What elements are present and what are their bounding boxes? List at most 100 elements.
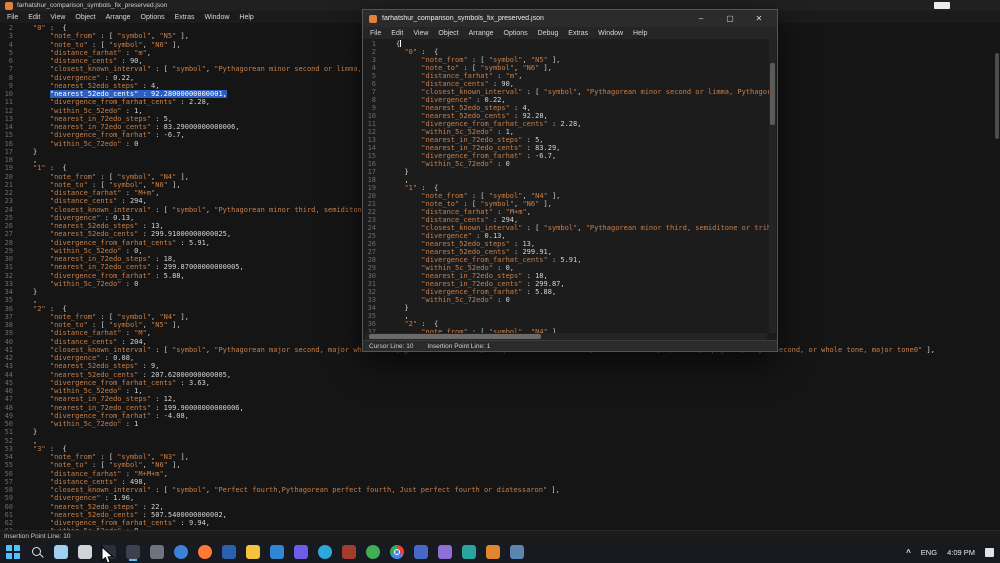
taskbar-icon-widgets[interactable]	[54, 545, 68, 559]
taskbar-icon-start[interactable]	[6, 545, 20, 559]
taskbar-icon-telegram[interactable]	[318, 545, 332, 559]
code-line[interactable]: 62 "divergence_from_farhat_cents" : 9.94…	[0, 519, 993, 527]
menu-item-help[interactable]: Help	[234, 14, 258, 21]
taskbar-icon-notepad[interactable]	[78, 545, 92, 559]
code-line[interactable]: 34 }	[363, 304, 769, 312]
code-line[interactable]: 32 "divergence_from_farhat" : 5.88,	[363, 288, 769, 296]
code-line[interactable]: 14 "nearest_in_72edo_cents" : 83.29,	[363, 144, 769, 152]
code-line[interactable]: 50 "within_5c_72edo" : 1	[0, 420, 993, 428]
code-line[interactable]: 28 "divergence_from_farhat_cents" : 5.91…	[363, 256, 769, 264]
taskbar-icon-paint[interactable]	[462, 545, 476, 559]
menu-item-options[interactable]: Options	[499, 30, 533, 37]
code-line[interactable]: 45 "divergence_from_farhat_cents" : 3.63…	[0, 379, 993, 387]
taskbar-icon-gimp[interactable]	[342, 545, 356, 559]
taskbar-icon-settings[interactable]	[150, 545, 164, 559]
code-line[interactable]: 55 "note_to" : [ "symbol", "N6" ],	[0, 461, 993, 469]
code-line[interactable]: 9 "nearest_52edo_steps" : 4,	[363, 104, 769, 112]
code-line[interactable]: 43 "nearest_52edo_steps" : 9,	[0, 362, 993, 370]
menu-item-object[interactable]: Object	[433, 30, 463, 37]
code-line[interactable]: 15 "divergence_from_farhat" : -6.7,	[363, 152, 769, 160]
scrollbar-thumb[interactable]	[369, 334, 541, 339]
menu-item-edit[interactable]: Edit	[386, 30, 408, 37]
menu-item-extras[interactable]: Extras	[563, 30, 593, 37]
code-line[interactable]: 17 }	[363, 168, 769, 176]
code-line[interactable]: 19 "1" : {	[363, 184, 769, 192]
code-line[interactable]: 46 "within_5c_52edo" : 1,	[0, 387, 993, 395]
scrollbar-thumb[interactable]	[770, 63, 775, 125]
code-line[interactable]: 11 "divergence_from_farhat_cents" : 2.28…	[363, 120, 769, 128]
code-line[interactable]: 31 "nearest_in_72edo_cents" : 299.87,	[363, 280, 769, 288]
code-line[interactable]: 60 "nearest_52edo_steps" : 22,	[0, 503, 993, 511]
menu-item-options[interactable]: Options	[136, 14, 170, 21]
scrollbar-thumb[interactable]	[995, 53, 999, 139]
notification-center-icon[interactable]	[985, 548, 994, 557]
close-button[interactable]: ✕	[747, 14, 771, 23]
code-line[interactable]: 58 "closest_known_interval" : [ "symbol"…	[0, 486, 993, 494]
code-line[interactable]: 20 "note_from" : [ "symbol", "N4" ],	[363, 192, 769, 200]
minimize-button[interactable]: –	[689, 14, 713, 23]
menu-item-view[interactable]: View	[45, 14, 70, 21]
taskbar-icon-slack[interactable]	[486, 545, 500, 559]
clock[interactable]: 4:09 PM	[947, 548, 975, 557]
taskbar-icon-edge[interactable]	[174, 545, 188, 559]
code-line[interactable]: 48 "nearest_in_72edo_cents" : 199.900000…	[0, 404, 993, 412]
menu-item-file[interactable]: File	[365, 30, 386, 37]
code-line[interactable]: 27 "nearest_52edo_cents" : 299.91,	[363, 248, 769, 256]
code-line[interactable]: 7 "closest_known_interval" : [ "symbol",…	[363, 88, 769, 96]
code-line[interactable]: 59 "divergence" : 1.96,	[0, 494, 993, 502]
code-line[interactable]: 36 "2" : {	[363, 320, 769, 328]
menu-item-debug[interactable]: Debug	[533, 30, 564, 37]
menu-item-arrange[interactable]: Arrange	[464, 30, 499, 37]
code-line[interactable]: 49 "divergence_from_farhat" : -4.08,	[0, 412, 993, 420]
code-line[interactable]: 51}	[0, 428, 993, 436]
code-line[interactable]: 53"3" : {	[0, 445, 993, 453]
code-line[interactable]: 8 "divergence" : 0.22,	[363, 96, 769, 104]
titlebar-widget[interactable]	[934, 2, 950, 9]
dialog-vertical-scrollbar[interactable]	[769, 39, 776, 333]
taskbar-icon-store[interactable]	[510, 545, 524, 559]
menu-item-window[interactable]: Window	[200, 14, 235, 21]
menu-item-object[interactable]: Object	[70, 14, 100, 21]
code-line[interactable]: 35 ,	[363, 312, 769, 320]
code-line[interactable]: 29 "within_5c_52edo" : 0,	[363, 264, 769, 272]
background-vertical-scrollbar[interactable]	[994, 23, 1000, 530]
taskbar-icon-terminal[interactable]	[102, 545, 116, 559]
hidden-icons-chevron-icon[interactable]: ^	[906, 548, 911, 557]
code-line[interactable]: 18 ,	[363, 176, 769, 184]
code-line[interactable]: 4 "note_to" : [ "symbol", "N6" ],	[363, 64, 769, 72]
code-line[interactable]: 42 "divergence" : 0.08,	[0, 354, 993, 362]
menu-item-help[interactable]: Help	[628, 30, 652, 37]
code-line[interactable]: 23 "distance_cents" : 294,	[363, 216, 769, 224]
dialog-titlebar[interactable]: farhatshur_comparison_symbols_fix_preser…	[363, 10, 777, 27]
code-line[interactable]: 52,	[0, 437, 993, 445]
menu-item-view[interactable]: View	[408, 30, 433, 37]
maximize-button[interactable]: ▢	[718, 14, 742, 23]
taskbar-icon-teams[interactable]	[438, 545, 452, 559]
code-line[interactable]: 61 "nearest_52edo_cents" : 507.540000000…	[0, 511, 993, 519]
taskbar-icon-outlook[interactable]	[414, 545, 428, 559]
code-line[interactable]: 1{	[363, 40, 769, 48]
menu-item-arrange[interactable]: Arrange	[101, 14, 136, 21]
taskbar-icon-vscode[interactable]	[270, 545, 284, 559]
taskbar-icon-chrome[interactable]	[390, 545, 404, 559]
menu-item-window[interactable]: Window	[593, 30, 628, 37]
code-line[interactable]: 44 "nearest_52edo_cents" : 207.620000000…	[0, 371, 993, 379]
code-line[interactable]: 21 "note_to" : [ "symbol", "N6" ],	[363, 200, 769, 208]
code-line[interactable]: 25 "divergence" : 0.13,	[363, 232, 769, 240]
taskbar-icon-file-explorer[interactable]	[246, 545, 260, 559]
code-line[interactable]: 33 "within_5c_72edo" : 0	[363, 296, 769, 304]
code-line[interactable]: 3 "note_from" : [ "symbol", "N5" ],	[363, 56, 769, 64]
taskbar-icon-mail[interactable]	[222, 545, 236, 559]
code-line[interactable]: 30 "nearest_in_72edo_steps" : 18,	[363, 272, 769, 280]
dialog-code-editor[interactable]: 1{2 "0" : {3 "note_from" : [ "symbol", "…	[363, 39, 769, 333]
menu-item-file[interactable]: File	[2, 14, 23, 21]
code-line[interactable]: 47 "nearest_in_72edo_steps" : 12,	[0, 395, 993, 403]
code-line[interactable]: 5 "distance_farhat" : "m",	[363, 72, 769, 80]
code-line[interactable]: 10 "nearest_52edo_cents" : 92.28,	[363, 112, 769, 120]
code-line[interactable]: 57 "distance_cents" : 498,	[0, 478, 993, 486]
dialog-horizontal-scrollbar[interactable]	[365, 333, 767, 340]
taskbar-icon-text-editor[interactable]	[126, 545, 140, 559]
code-line[interactable]: 13 "nearest_in_72edo_steps" : 5,	[363, 136, 769, 144]
code-line[interactable]: 22 "distance_farhat" : "M+m",	[363, 208, 769, 216]
taskbar-icon-firefox[interactable]	[198, 545, 212, 559]
